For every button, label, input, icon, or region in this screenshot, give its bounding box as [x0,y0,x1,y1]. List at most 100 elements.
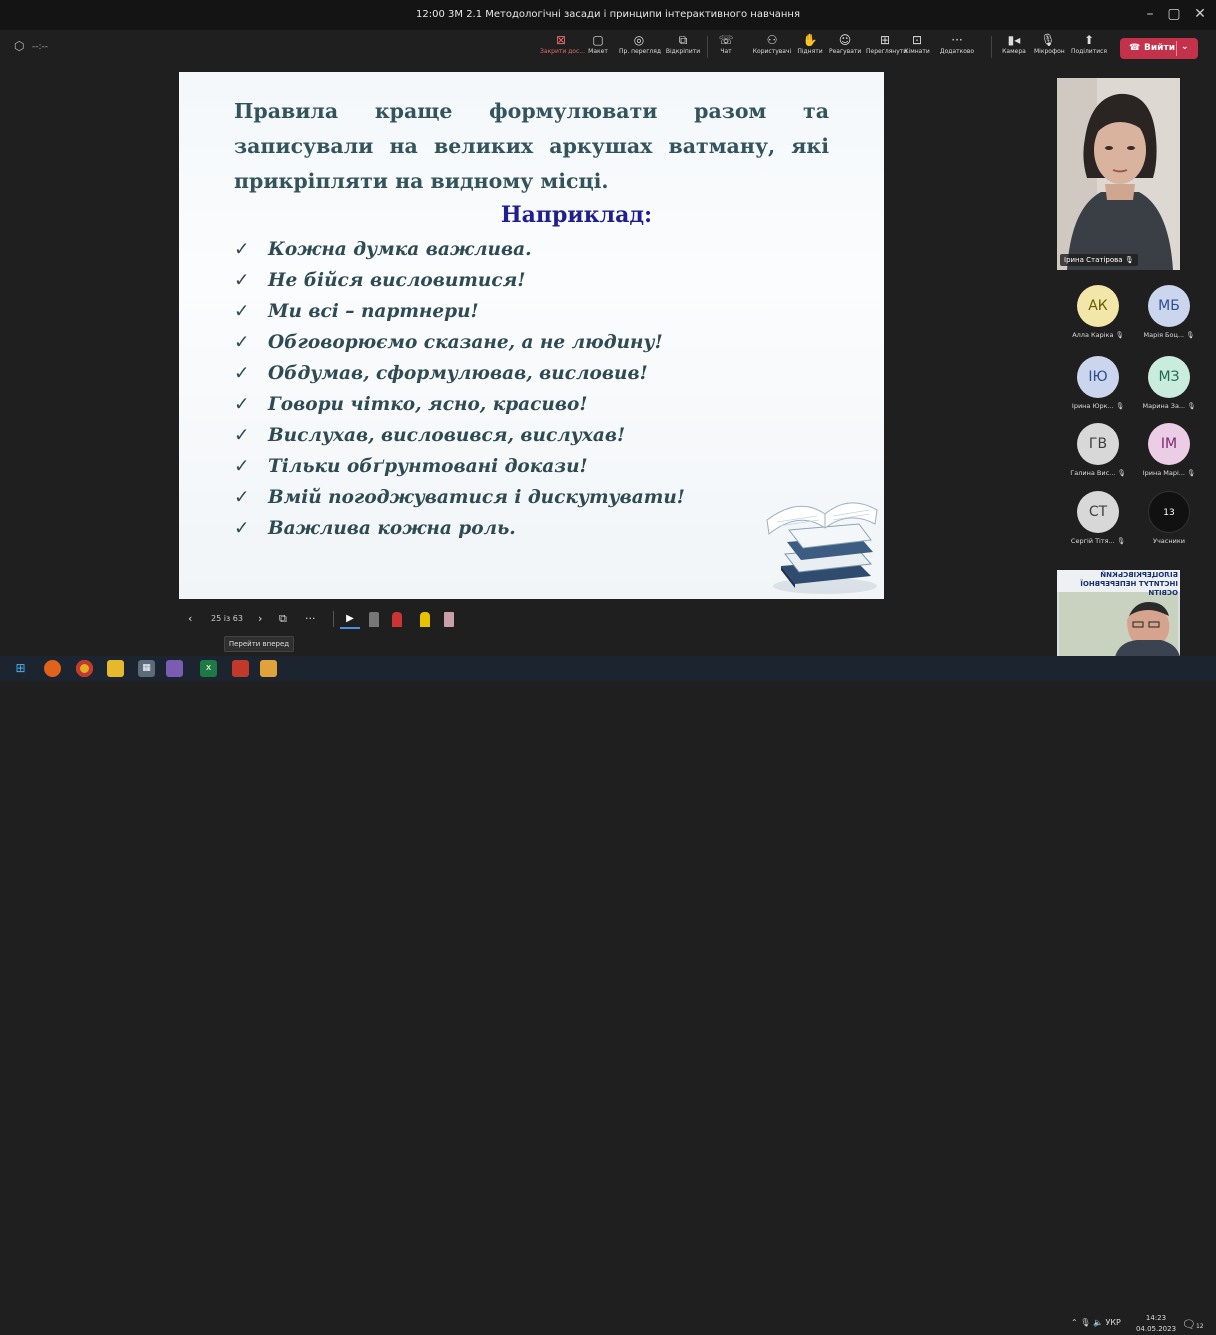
rule-text: Кожна думка важлива. [268,239,532,260]
toolbar-button-label: Камера [1002,48,1026,55]
toolbar-button-label: Переглянути [866,48,908,55]
red-pen-icon[interactable] [392,612,402,627]
leave-label: Вийти [1144,43,1175,53]
toolbar-button-more[interactable]: ··· Додатково [937,33,977,63]
participant-name-text: Ірина Юрк... [1071,402,1114,410]
avatar: МБ [1148,285,1190,327]
checkmark-icon: ✓ [234,487,250,508]
participant-name: Ірина Марі... 🎙 [1133,469,1205,477]
toolbar-button-react[interactable]: ☺ Реагувати [829,33,861,63]
participant-tile[interactable]: ІМ Ірина Марі... 🎙 [1133,423,1205,483]
rule-item: ✓ Не бійся висловитися! [234,265,685,296]
notification-count: 12 [1195,1323,1204,1330]
toolbar-divider [707,36,708,58]
rule-text: Не бійся висловитися! [268,270,526,291]
toolbar-button-label: Кімнати [904,48,930,55]
volume-icon[interactable]: 🔈 [1093,1318,1103,1327]
participant-name: Сергій Тітя... 🎙 [1062,537,1134,545]
participant-tile[interactable]: МЗ Марина За... 🎙 [1133,356,1205,416]
share-icon: ⬆ [1083,33,1095,47]
toolbar-button-layout[interactable]: ▢ Макет [585,33,611,63]
toolbar-button-eye[interactable]: ◎ Пр. перегляд [619,33,661,63]
rule-text: Ми всі – партнери! [268,301,479,322]
participant-tile[interactable]: АК Алла Каріка 🎙 [1062,285,1134,345]
microphone-muted-icon: 🎙 [1113,402,1125,410]
excel-icon[interactable]: x [200,660,217,677]
participant-name-text: Марія Боц... [1143,331,1185,339]
windows-start-icon[interactable]: ⊞ [12,660,29,677]
shared-screen-thumbnail[interactable]: БІЛОЦЕРКІВСЬКИЙ ІНСТИТУТ НЕПЕРЕРВНОЇ ОСВ… [1057,570,1180,657]
rule-text: Вмій погоджуватися і дискутувати! [268,487,685,508]
presentation-slide: Правила краще формулювати разом та запис… [179,72,884,599]
rule-text: Важлива кожна роль. [268,518,516,539]
calculator-icon[interactable]: ▦ [138,660,155,677]
meeting-toolbar: ⬡ --:-- ⊠ Закрити дос... ▢ Макет ◎ Пр. перегл… [0,30,1216,64]
toolbar-button-unpin[interactable]: ⧉ Відкріпити [664,33,702,63]
pen-icon[interactable] [369,612,379,627]
prev-slide-icon[interactable]: ‹ [188,609,192,629]
minimize-icon[interactable]: – [1138,6,1162,22]
participant-name: Галина Вис... 🎙 [1062,469,1134,477]
notifications-icon[interactable]: 🗨12 [1182,1318,1204,1331]
laser-pointer-icon[interactable]: ▶ [340,609,360,629]
toolbar-button-label: Підняти [797,48,823,55]
microphone-icon: 🎙 [1040,33,1056,47]
rule-item: ✓ Ми всі – партнери! [234,296,685,327]
toolbar-button-people[interactable]: ⚇ Користувачі [749,33,795,63]
toolbar-button-camera[interactable]: ▮◂ Камера [1001,33,1027,63]
participant-tile[interactable]: ГВ Галина Вис... 🎙 [1062,423,1134,483]
participants-count-tile[interactable]: 13 Учасники [1133,491,1205,551]
more-icon[interactable]: ··· [305,609,316,629]
leave-divider [1176,41,1177,56]
phone-icon: ☎ [1129,43,1141,53]
speaker-name-tag: Ірина Статірова 🎙 [1060,254,1138,266]
rule-text: Тільки обґрунтовані докази! [268,456,588,477]
microphone-icon[interactable]: 🎙 [1080,1318,1090,1327]
app-icon[interactable] [260,660,277,677]
people-icon: ⚇ [766,33,778,47]
camera-icon: ▮◂ [1007,33,1021,47]
microphone-muted-icon: 🎙 [1124,256,1134,264]
thumbnails-icon[interactable]: ⧉ [279,609,287,629]
toolbar-button-rooms[interactable]: ⊡ Кімнати [902,33,932,63]
toolbar-button-stop-share[interactable]: ⊠ Закрити дос... [540,33,585,63]
toolbar-button-view-grid[interactable]: ⊞ Переглянути [866,33,908,63]
toolbar-button-raise-hand[interactable]: ✋ Підняти [797,33,823,63]
participant-tile[interactable]: МБ Марія Боц... 🎙 [1133,285,1205,345]
pdf-reader-icon[interactable] [232,660,249,677]
language-indicator[interactable]: УКР [1105,1318,1120,1327]
toolbar-button-chat[interactable]: ☏ Чат [718,33,734,63]
microphone-muted-icon: 🎙 [1113,331,1124,339]
rule-text: Вислухав, висловився, вислухав! [268,425,626,446]
checkmark-icon: ✓ [234,363,250,384]
eraser-icon[interactable] [444,612,454,627]
close-icon[interactable]: ✕ [1188,6,1212,22]
highlighter-icon[interactable] [420,612,430,627]
firefox-icon[interactable] [44,660,61,677]
microphone-muted-icon: 🎙 [1115,469,1126,477]
leave-button[interactable]: ☎ Вийти ⌄ [1120,38,1198,59]
participant-tile[interactable]: СТ Сергій Тітя... 🎙 [1062,491,1134,551]
microphone-muted-icon: 🎙 [1114,537,1126,545]
chevron-down-icon[interactable]: ⌄ [1181,42,1189,52]
system-clock[interactable]: 14:23 04.05.2023 [1135,1313,1177,1335]
participant-name: Марина За... 🎙 [1133,402,1205,410]
stop-share-icon: ⊠ [555,33,567,47]
toolbar-button-share[interactable]: ⬆ Поділитися [1069,33,1109,63]
shield-icon[interactable]: ⬡ [14,39,24,53]
participant-name: Учасники [1133,537,1205,545]
teams-icon[interactable] [166,660,183,677]
rule-item: ✓ Тільки обґрунтовані докази! [234,451,685,482]
chrome-icon[interactable] [76,660,93,677]
rule-text: Говори чітко, ясно, красиво! [268,394,588,415]
file-explorer-icon[interactable] [107,660,124,677]
maximize-icon[interactable]: ▢ [1162,6,1186,22]
chevron-up-icon[interactable]: ⌃ [1071,1318,1078,1327]
toolbar-button-microphone[interactable]: 🎙 Мікрофон [1034,33,1065,63]
next-slide-icon[interactable]: › [258,609,262,629]
speaker-video[interactable]: Ірина Статірова 🎙 [1057,78,1180,270]
participant-tile[interactable]: ІЮ Ірина Юрк... 🎙 [1062,356,1134,416]
participant-name: Алла Каріка 🎙 [1062,331,1134,339]
rule-text: Обговорюємо сказане, а не людину! [268,332,663,353]
checkmark-icon: ✓ [234,425,250,446]
